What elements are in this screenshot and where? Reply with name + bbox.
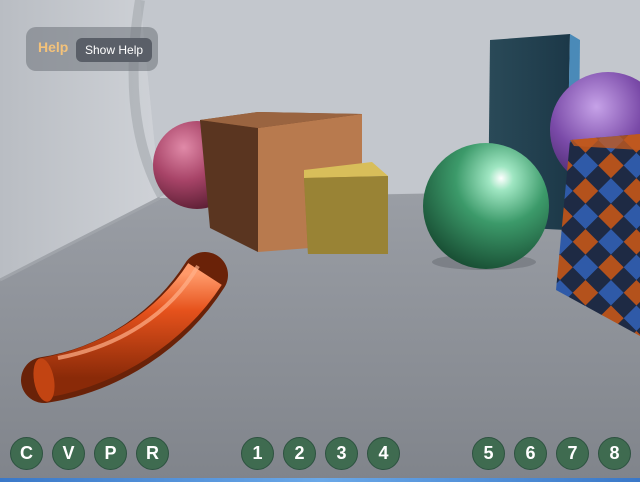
mode-button-group: C V P R xyxy=(10,437,169,470)
view-8-button[interactable]: 8 xyxy=(598,437,631,470)
3d-viewport[interactable] xyxy=(0,0,640,482)
view-button-group-b: 5 6 7 8 xyxy=(472,437,631,470)
show-help-button[interactable]: Show Help xyxy=(76,38,153,62)
bottom-edge-bar xyxy=(0,478,640,482)
help-panel: Help Show Help xyxy=(26,27,158,71)
mode-p-button[interactable]: P xyxy=(94,437,127,470)
view-4-button[interactable]: 4 xyxy=(367,437,400,470)
view-7-button[interactable]: 7 xyxy=(556,437,589,470)
view-2-button[interactable]: 2 xyxy=(283,437,316,470)
scene-render xyxy=(0,0,640,482)
view-1-button[interactable]: 1 xyxy=(241,437,274,470)
mode-v-button[interactable]: V xyxy=(52,437,85,470)
mode-r-button[interactable]: R xyxy=(136,437,169,470)
view-button-group-a: 1 2 3 4 xyxy=(241,437,400,470)
view-3-button[interactable]: 3 xyxy=(325,437,358,470)
mode-c-button[interactable]: C xyxy=(10,437,43,470)
help-title: Help xyxy=(38,39,69,55)
view-5-button[interactable]: 5 xyxy=(472,437,505,470)
view-6-button[interactable]: 6 xyxy=(514,437,547,470)
